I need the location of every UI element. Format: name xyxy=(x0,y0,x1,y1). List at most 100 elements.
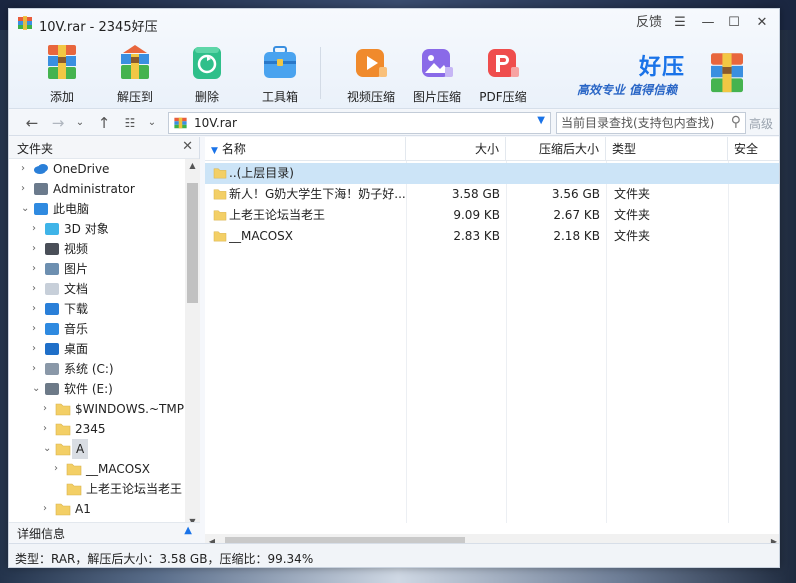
minimize-icon[interactable]: — xyxy=(699,13,717,33)
expand-arrow-icon[interactable]: › xyxy=(32,279,42,299)
image-compress-label: 图片压缩 xyxy=(412,90,461,104)
brand-name: 好压 xyxy=(639,55,686,80)
app-logo-icon xyxy=(18,16,32,30)
search-box[interactable]: ⚲ xyxy=(556,112,746,134)
details-panel-header[interactable]: 详细信息 ▲ xyxy=(9,522,200,542)
video-compress-button[interactable]: 视频压缩 xyxy=(344,43,398,105)
tree-item[interactable]: › 视频 xyxy=(32,239,181,259)
brand-banner: 好压 高效专业 值得信赖 xyxy=(575,49,755,101)
tree-item-label: A xyxy=(72,439,89,459)
tree-item-label: 2345 xyxy=(75,422,106,436)
tree-item[interactable]: › 桌面 xyxy=(32,339,181,359)
add-button[interactable]: 添加 xyxy=(35,43,89,105)
title-bar: 10V.rar - 2345好压 反馈 ☰ — ☐ ✕ xyxy=(9,9,779,37)
tree-item[interactable]: › __MACOSX xyxy=(54,459,181,479)
expand-arrow-icon[interactable]: › xyxy=(43,499,53,519)
tree-item[interactable]: › $WINDOWS.~TMP xyxy=(43,399,184,419)
search-icon[interactable]: ⚲ xyxy=(731,114,741,130)
file-row[interactable]: ..(上层目录) xyxy=(205,163,779,184)
menu-icon[interactable]: ☰ xyxy=(671,13,689,33)
extract-label: 解压到 xyxy=(116,90,153,104)
expand-arrow-icon[interactable]: › xyxy=(32,259,42,279)
toolbox-icon xyxy=(264,46,296,78)
expand-arrow-icon[interactable]: ⌄ xyxy=(21,199,31,219)
expand-arrow-icon[interactable]: ⌄ xyxy=(32,379,42,399)
expand-arrow-icon[interactable]: › xyxy=(54,459,64,479)
tree-item[interactable]: › 下载 xyxy=(32,299,181,319)
file-row[interactable]: 上老王论坛当老王 9.09 KB 2.67 KB 文件夹 xyxy=(205,205,779,226)
search-input[interactable] xyxy=(561,115,721,131)
tree-item[interactable]: › 系统 (C:) xyxy=(32,359,181,379)
expand-arrow-icon[interactable]: › xyxy=(32,359,42,379)
expand-arrow-icon[interactable]: › xyxy=(32,239,42,259)
folder-icon xyxy=(213,231,227,242)
column-type[interactable]: 类型 xyxy=(606,137,728,161)
address-bar: ← → ⌄ ↑ ☷ ⌄ 10V.rar ▼ ⚲ 高级 xyxy=(9,110,779,136)
drive-e-icon xyxy=(44,382,60,396)
tree-item[interactable]: › 图片 xyxy=(32,259,181,279)
collapse-up-icon[interactable]: ▲ xyxy=(184,525,192,536)
extract-button[interactable]: 解压到 xyxy=(108,43,162,105)
path-dropdown-icon[interactable]: ▼ xyxy=(537,115,545,126)
forward-icon[interactable]: → xyxy=(49,114,67,132)
tree-item[interactable]: › 文档 xyxy=(32,279,181,299)
tree-item[interactable]: › 3D 对象 xyxy=(32,219,181,239)
file-packed-size: 2.18 KB xyxy=(553,229,600,243)
tree-item[interactable]: › 2345 xyxy=(43,419,181,439)
expand-arrow-icon[interactable]: › xyxy=(32,299,42,319)
expand-arrow-icon[interactable]: › xyxy=(43,419,53,439)
expand-arrow-icon[interactable]: › xyxy=(32,319,42,339)
expand-arrow-icon[interactable]: › xyxy=(32,219,42,239)
expand-arrow-icon[interactable]: › xyxy=(21,179,31,199)
tree-item[interactable]: › A1 xyxy=(43,499,181,519)
delete-button[interactable]: 删除 xyxy=(180,43,234,105)
tree-item-label: 视频 xyxy=(64,242,89,256)
view-mode-icon[interactable]: ☷ xyxy=(121,114,139,132)
folder-tree: › OneDrive › Administrator ⌄ 此电脑 › 3D 对象 › 视频 › 图片 ›… xyxy=(9,159,185,529)
expand-arrow-icon[interactable]: ⌄ xyxy=(43,439,53,459)
expand-arrow-icon[interactable]: › xyxy=(43,399,53,419)
folder-icon xyxy=(213,168,227,179)
pdf-compress-button[interactable]: PDF压缩 xyxy=(476,43,530,105)
folder-icon xyxy=(55,502,71,516)
expand-arrow-icon[interactable]: › xyxy=(32,339,42,359)
expand-arrow-icon[interactable]: › xyxy=(21,159,31,179)
file-type: 文件夹 xyxy=(614,187,651,201)
tree-item[interactable]: › OneDrive xyxy=(21,159,181,179)
tree-scrollbar[interactable]: ▲ ▼ xyxy=(185,159,200,529)
column-packed-size[interactable]: 压缩后大小 xyxy=(506,137,606,161)
tree-item[interactable]: ⌄ 此电脑 xyxy=(21,199,181,219)
maximize-icon[interactable]: ☐ xyxy=(725,13,743,33)
back-icon[interactable]: ← xyxy=(23,114,41,132)
up-level-icon[interactable]: ↑ xyxy=(95,114,113,132)
toolbox-button[interactable]: 工具箱 xyxy=(253,43,307,105)
file-row[interactable]: 新人！G奶大学生下海！奶子好... 3.58 GB 3.56 GB 文件夹 xyxy=(205,184,779,205)
close-icon[interactable]: ✕ xyxy=(753,13,771,33)
file-size: 9.09 KB xyxy=(453,208,500,222)
advanced-search-button[interactable]: 高级 xyxy=(749,115,773,132)
tree-scroll-thumb[interactable] xyxy=(187,183,198,303)
column-size[interactable]: 大小 xyxy=(406,137,506,161)
column-name[interactable]: ▼ 名称 xyxy=(205,137,406,161)
tree-item[interactable]: ⌄ 软件 (E:) xyxy=(32,379,181,399)
path-field[interactable]: 10V.rar ▼ xyxy=(168,112,551,134)
tree-item-label: 3D 对象 xyxy=(64,222,109,236)
drive-c-icon xyxy=(44,362,60,376)
history-dropdown-icon[interactable]: ⌄ xyxy=(71,114,89,132)
column-security[interactable]: 安全 xyxy=(728,137,779,161)
header-area: 10V.rar - 2345好压 反馈 ☰ — ☐ ✕ 添加 解压到 删除 工具… xyxy=(9,9,779,109)
close-panel-icon[interactable]: ✕ xyxy=(182,139,193,154)
tree-item[interactable]: ⌄ A xyxy=(43,439,181,459)
tree-item[interactable]: › 音乐 xyxy=(32,319,181,339)
folder-panel: 文件夹 ✕ › OneDrive › Administrator ⌄ 此电脑 › 3D 对象 ›… xyxy=(9,137,200,529)
file-row[interactable]: __MACOSX 2.83 KB 2.18 KB 文件夹 xyxy=(205,226,779,247)
3d-objects-icon xyxy=(44,222,60,236)
tree-item-label: 系统 (C:) xyxy=(64,362,114,376)
tree-item[interactable]: 上老王论坛当老王 xyxy=(54,479,182,499)
tree-item[interactable]: › Administrator xyxy=(21,179,181,199)
feedback-button[interactable]: 反馈 xyxy=(635,13,663,33)
image-compress-button[interactable]: 图片压缩 xyxy=(410,43,464,105)
extract-icon xyxy=(121,45,149,79)
scroll-up-icon[interactable]: ▲ xyxy=(185,159,200,173)
view-dropdown-icon[interactable]: ⌄ xyxy=(143,114,161,132)
